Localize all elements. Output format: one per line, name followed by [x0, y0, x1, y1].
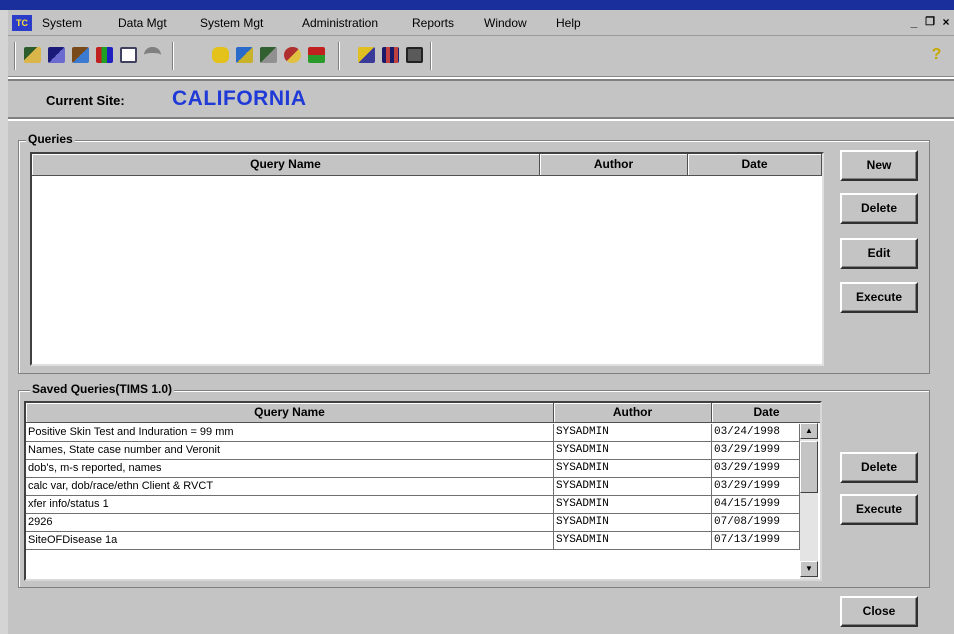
toolbar-separator: [172, 42, 174, 70]
menu-administration[interactable]: Administration: [302, 16, 378, 30]
menu-reports[interactable]: Reports: [412, 16, 454, 30]
copy-icon[interactable]: [358, 47, 375, 63]
column-header-date[interactable]: Date: [688, 154, 822, 176]
row-query-name: Names, State case number and Veronit: [26, 442, 554, 460]
report-icon[interactable]: [120, 47, 137, 63]
saved-query-row[interactable]: Names, State case number and Veronit SYS…: [26, 442, 800, 460]
row-author: SYSADMIN: [554, 424, 712, 442]
row-query-name: Positive Skin Test and Induration = 99 m…: [26, 424, 554, 442]
grid-icon[interactable]: [382, 47, 399, 63]
current-site-label: Current Site:: [46, 93, 125, 108]
saved-column-header-author[interactable]: Author: [554, 403, 712, 423]
window-left-edge: [0, 0, 8, 634]
saved-queries-scrollbar[interactable]: ▲ ▼: [800, 423, 818, 579]
menu-bar: TC System Data Mgt System Mgt Administra…: [8, 10, 954, 36]
toolbar-separator: [338, 42, 340, 70]
row-date: 03/24/1998: [712, 424, 800, 442]
saved-queries-group-title: Saved Queries(TIMS 1.0): [30, 382, 175, 396]
menu-system[interactable]: System: [42, 16, 82, 30]
row-author: SYSADMIN: [554, 496, 712, 514]
row-author: SYSADMIN: [554, 478, 712, 496]
client-icon[interactable]: [24, 47, 41, 63]
scroll-down-arrow-icon[interactable]: ▼: [800, 561, 818, 577]
row-query-name: calc var, dob/race/ethn Client & RVCT: [26, 478, 554, 496]
close-button[interactable]: Close: [840, 596, 918, 627]
toolbar: ?: [8, 36, 954, 77]
row-date: 04/15/1999: [712, 496, 800, 514]
umbrella-icon[interactable]: [144, 47, 161, 63]
row-date: 07/08/1999: [712, 514, 800, 532]
contacts-icon[interactable]: [72, 47, 89, 63]
column-header-query-name[interactable]: Query Name: [32, 154, 540, 176]
menu-system-mgt[interactable]: System Mgt: [200, 16, 263, 30]
row-query-name: dob's, m-s reported, names: [26, 460, 554, 478]
queries-group-title: Queries: [26, 132, 75, 146]
current-site-bar: Current Site: CALIFORNIA: [8, 79, 954, 119]
row-date: 03/29/1999: [712, 460, 800, 478]
menu-window[interactable]: Window: [484, 16, 527, 30]
queries-list[interactable]: Query Name Author Date: [30, 152, 824, 366]
new-query-button[interactable]: New: [840, 150, 918, 181]
help-icon[interactable]: ?: [928, 47, 945, 63]
saved-query-row[interactable]: xfer info/status 1 SYSADMIN 04/15/1999: [26, 496, 800, 514]
row-date: 07/13/1999: [712, 532, 800, 550]
restore-icon[interactable]: ❐: [922, 15, 938, 28]
row-author: SYSADMIN: [554, 460, 712, 478]
chart-icon[interactable]: [96, 47, 113, 63]
saved-query-row[interactable]: calc var, dob/race/ethn Client & RVCT SY…: [26, 478, 800, 496]
title-bar: [0, 0, 954, 10]
saved-queries-grid[interactable]: Query Name Author Date Positive Skin Tes…: [24, 401, 822, 581]
execute-query-button[interactable]: Execute: [840, 282, 918, 313]
row-query-name: xfer info/status 1: [26, 496, 554, 514]
referral-icon[interactable]: [308, 47, 325, 63]
medication-icon[interactable]: [284, 47, 301, 63]
delete-saved-query-button-label: Delete: [860, 460, 898, 474]
column-header-author[interactable]: Author: [540, 154, 688, 176]
delete-query-button-label: Delete: [860, 201, 898, 215]
execute-query-button-label: Execute: [855, 290, 903, 304]
print-icon[interactable]: [406, 47, 423, 63]
execute-saved-query-button[interactable]: Execute: [840, 494, 918, 525]
app-icon[interactable]: TC: [12, 15, 32, 31]
case-icon[interactable]: [48, 47, 65, 63]
scroll-up-arrow-icon[interactable]: ▲: [800, 423, 818, 439]
menu-help[interactable]: Help: [556, 16, 581, 30]
minimize-button[interactable]: _: [906, 15, 922, 29]
saved-query-row[interactable]: Positive Skin Test and Induration = 99 m…: [26, 424, 800, 442]
row-author: SYSADMIN: [554, 514, 712, 532]
xray-icon[interactable]: [260, 47, 277, 63]
saved-query-row[interactable]: dob's, m-s reported, names SYSADMIN 03/2…: [26, 460, 800, 478]
close-window-button[interactable]: ×: [938, 15, 954, 29]
lab-icon[interactable]: [236, 47, 253, 63]
saved-column-header-query-name[interactable]: Query Name: [26, 403, 554, 423]
phone-icon[interactable]: [212, 47, 229, 63]
edit-query-button[interactable]: Edit: [840, 238, 918, 269]
close-button-label: Close: [862, 604, 896, 618]
saved-query-row[interactable]: SiteOFDisease 1a SYSADMIN 07/13/1999: [26, 532, 800, 550]
row-date: 03/29/1999: [712, 478, 800, 496]
row-query-name: SiteOFDisease 1a: [26, 532, 554, 550]
row-author: SYSADMIN: [554, 532, 712, 550]
toolbar-separator: [14, 42, 16, 70]
delete-query-button[interactable]: Delete: [840, 193, 918, 224]
saved-query-row[interactable]: 2926 SYSADMIN 07/08/1999: [26, 514, 800, 532]
new-query-button-label: New: [866, 158, 892, 172]
row-author: SYSADMIN: [554, 442, 712, 460]
scrollbar-thumb[interactable]: [800, 441, 818, 493]
delete-saved-query-button[interactable]: Delete: [840, 452, 918, 483]
current-site-value: CALIFORNIA: [172, 87, 307, 110]
row-query-name: 2926: [26, 514, 554, 532]
execute-saved-query-button-label: Execute: [855, 502, 903, 516]
edit-query-button-label: Edit: [867, 246, 891, 260]
menu-data-mgt[interactable]: Data Mgt: [118, 16, 167, 30]
saved-column-header-date[interactable]: Date: [712, 403, 820, 423]
row-date: 03/29/1999: [712, 442, 800, 460]
toolbar-separator: [430, 42, 432, 70]
